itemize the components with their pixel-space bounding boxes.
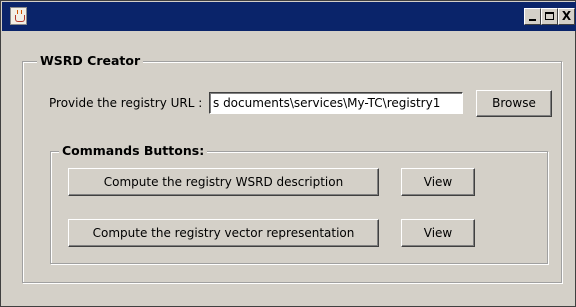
view-vector-button[interactable]: View <box>401 219 475 247</box>
browse-button[interactable]: Browse <box>476 90 552 117</box>
wsrd-creator-title: WSRD Creator <box>37 53 144 68</box>
maximize-icon <box>545 12 554 20</box>
maximize-button[interactable] <box>541 8 558 25</box>
close-icon: X <box>561 9 572 23</box>
registry-url-label: Provide the registry URL : <box>49 96 203 110</box>
commands-title: Commands Buttons: <box>59 143 208 158</box>
registry-url-input[interactable]: s documents\services\My-TC\registry1 <box>209 92 463 114</box>
compute-wsrd-button[interactable]: Compute the registry WSRD description <box>68 168 379 196</box>
view-wsrd-button[interactable]: View <box>401 168 475 196</box>
minimize-icon <box>529 19 536 21</box>
close-button[interactable]: X <box>558 8 575 25</box>
java-cup-icon[interactable] <box>10 7 27 25</box>
app-window: X WSRD Creator Provide the registry URL … <box>0 0 576 307</box>
title-bar[interactable]: X <box>2 2 576 31</box>
compute-vector-button[interactable]: Compute the registry vector representati… <box>68 219 379 247</box>
minimize-button[interactable] <box>524 8 541 25</box>
